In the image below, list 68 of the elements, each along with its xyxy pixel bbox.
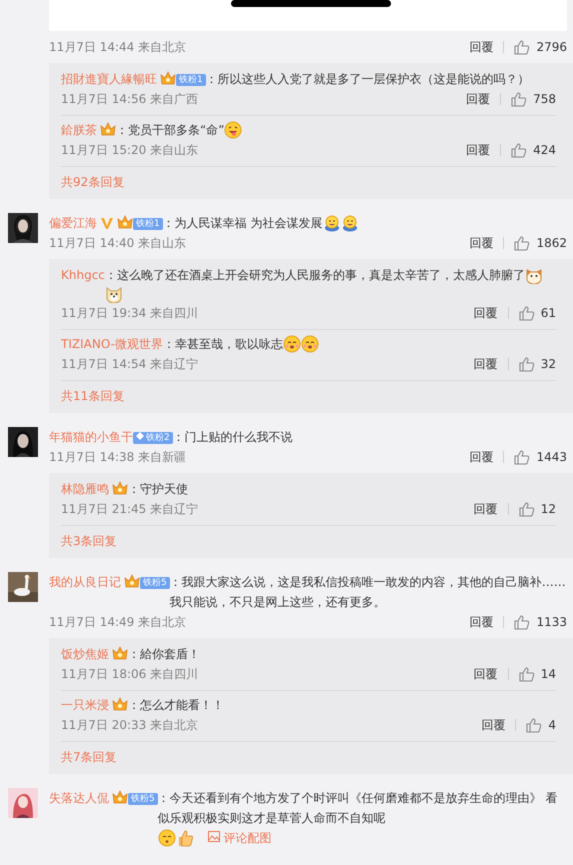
image-icon [208, 831, 220, 842]
thumbs-up-icon [518, 356, 535, 372]
fan-level-badge: 铁粉5 [128, 793, 158, 805]
face-emoji-icon [224, 121, 242, 139]
thumbs-up-icon [526, 718, 542, 732]
reply-link[interactable]: 回覆 [469, 233, 494, 253]
like-button[interactable]: 61 [518, 303, 556, 323]
like-button[interactable]: 1443 [514, 447, 567, 467]
reply-link[interactable]: 回覆 [466, 89, 490, 109]
timestamp: 11月7日 14:56 来自广西 [61, 91, 198, 108]
comment-text: ：为人民谋幸福 为社会谋发展 [162, 215, 323, 232]
thumbs-up-icon [514, 40, 530, 54]
like-button[interactable]: 1133 [514, 612, 567, 632]
thumbs-up-icon [511, 142, 528, 158]
reply-link[interactable]: 回覆 [474, 664, 498, 684]
comment-text: ：幸甚至哉，歌以咏志 [162, 336, 283, 353]
timestamp: 11月7日 20:33 来自北京 [61, 717, 198, 734]
laughing-figure-icon [322, 214, 341, 232]
like-button[interactable]: 32 [518, 354, 556, 374]
thumbs-up-icon [518, 666, 535, 682]
dog-face-icon [104, 285, 123, 303]
kissing-face-icon [158, 829, 176, 847]
blushing-face-icon [300, 335, 319, 353]
timestamp: 11月7日 14:49 来自北京 [49, 614, 186, 631]
laughing-figure-icon [340, 214, 359, 232]
reply-link[interactable]: 回覆 [466, 140, 490, 160]
comment-text: ：门上贴的什么我不说 [172, 429, 293, 446]
blushing-face-icon [282, 335, 301, 353]
reply-link[interactable]: 回覆 [481, 715, 506, 735]
thumbs-up-icon [514, 450, 530, 464]
reply-link[interactable]: 回覆 [474, 499, 498, 519]
like-button[interactable]: 424 [511, 140, 556, 160]
fan-level-badge: 铁粉5 [140, 577, 170, 589]
timestamp: 11月7日 19:34 来自四川 [61, 305, 198, 322]
comment-text: ：給你套盾！ [128, 646, 200, 663]
like-button[interactable]: 758 [511, 89, 556, 109]
reply-link[interactable]: 回覆 [474, 303, 498, 323]
like-button[interactable]: 2796 [514, 37, 567, 57]
reply-link[interactable]: 回覆 [474, 354, 498, 374]
timestamp: 11月7日 15:20 来自山东 [61, 142, 198, 159]
comment-text: ：守护天使 [128, 481, 188, 498]
timestamp: 11月7日 14:44 来自北京 [49, 39, 186, 56]
fan-level-badge: 铁粉1 [133, 218, 163, 230]
timestamp: 11月7日 14:40 来自山东 [49, 235, 186, 252]
comment-text: ：所以这些人入党了就是多了一层保护衣（这是能说的吗？） [206, 71, 530, 88]
thumbs-up-icon [518, 502, 535, 516]
fan-level-badge: 铁粉2 [133, 432, 173, 444]
reply-link[interactable]: 回覆 [469, 447, 494, 467]
timestamp: 11月7日 18:06 来自四川 [61, 666, 198, 683]
thumbs-up-icon [514, 236, 530, 250]
like-button[interactable]: 4 [526, 715, 556, 735]
like-button[interactable]: 1862 [514, 233, 567, 253]
comment-text: ：这么晚了还在酒桌上开会研究为人民服务的事，真是太辛苦了，太感人肺腑了 [104, 267, 525, 284]
thumbs-up-icon [514, 614, 530, 630]
comment-text: ：怎么才能看！！ [128, 697, 224, 714]
fan-level-badge: 铁粉1 [176, 74, 206, 86]
reply-link[interactable]: 回覆 [469, 37, 494, 57]
like-button[interactable]: 12 [518, 499, 556, 519]
timestamp: 11月7日 14:38 来自新疆 [49, 449, 186, 466]
comment-text: ：党员干部多条“命” [116, 122, 224, 139]
thumbs-up-icon [511, 92, 528, 106]
like-button[interactable]: 14 [518, 664, 556, 684]
comment-text: ：今天还看到有个地方发了个时评叫《任何磨难都不是放弃生命的理由》 看似乐观积极实则这才是草菅人命而不自知呢 [158, 790, 559, 827]
reply-link[interactable]: 回覆 [469, 612, 494, 632]
timestamp: 11月7日 21:45 来自辽宁 [61, 501, 198, 518]
comment-text: ：我跟大家这么说，这是我私信投稿唯一敢发的内容，其他的自己脑补……我只能说，不只是网上这些，还有更多。 [170, 574, 567, 611]
thumbs-up-icon [518, 306, 535, 320]
timestamp: 11月7日 14:54 来自辽宁 [61, 356, 198, 373]
